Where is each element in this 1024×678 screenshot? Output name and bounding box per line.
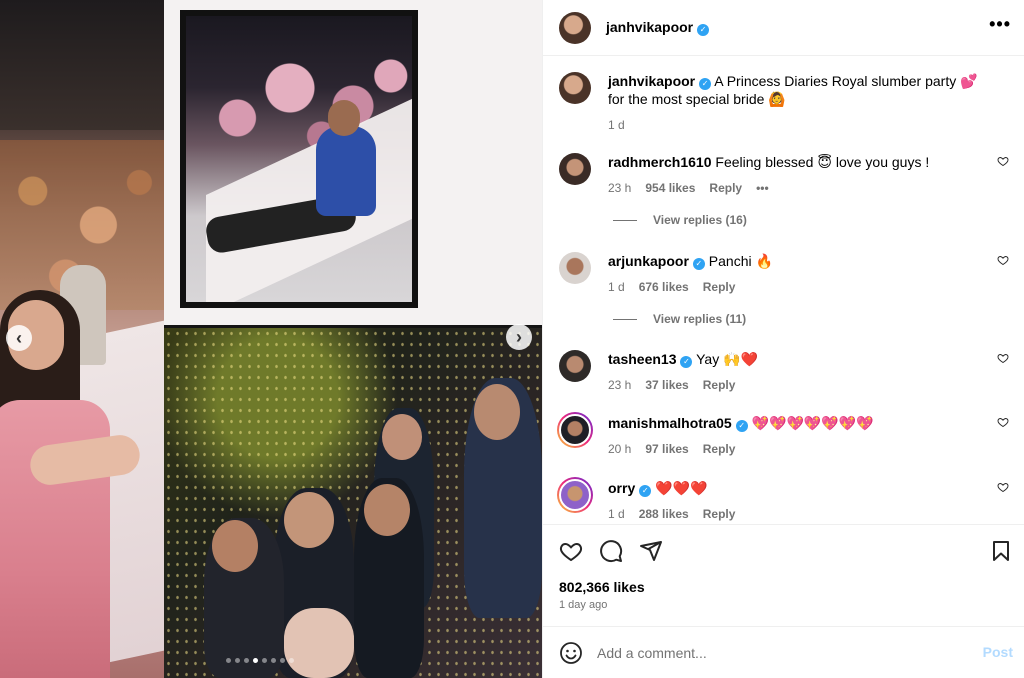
owner-avatar[interactable]	[559, 11, 591, 44]
comment-like-heart-icon[interactable]	[997, 254, 1009, 266]
heart-icon[interactable]	[559, 539, 583, 563]
comment-username[interactable]: orry	[608, 480, 635, 496]
reply-button[interactable]: Reply	[703, 376, 736, 394]
reply-button[interactable]: Reply	[703, 440, 736, 458]
carousel-next-button[interactable]: ›	[506, 324, 532, 350]
view-replies-button[interactable]: View replies (11)	[613, 312, 746, 326]
carousel-dot	[244, 658, 249, 663]
comment-likes[interactable]: 288 likes	[639, 505, 689, 523]
add-comment-input[interactable]	[597, 644, 957, 661]
comment-username[interactable]: tasheen13	[608, 351, 676, 367]
owner-avatar[interactable]	[559, 72, 591, 104]
comment-likes[interactable]: 37 likes	[645, 376, 688, 394]
carousel-dot	[235, 658, 240, 663]
verified-badge-icon: ✓	[680, 356, 693, 368]
bookmark-icon[interactable]	[989, 539, 1013, 563]
comment-likes[interactable]: 676 likes	[639, 278, 689, 296]
comment-text: Panchi 🔥	[708, 253, 773, 269]
verified-badge-icon: ✓	[735, 420, 748, 432]
carousel-dot	[271, 658, 276, 663]
emoji-icon[interactable]	[559, 641, 583, 665]
view-replies-button[interactable]: View replies (16)	[613, 213, 747, 227]
post-details-panel: janhvikapoor ✓ ••• janhvikapoor ✓ A Prince…	[542, 0, 1024, 678]
comment-like-heart-icon[interactable]	[997, 416, 1009, 428]
carousel-dot	[280, 658, 285, 663]
comments-list[interactable]: janhvikapoor ✓ A Princess Diaries Royal s…	[543, 56, 1024, 524]
post-actions-bar: 802,366 likes 1 day ago	[543, 524, 1024, 628]
caption-username[interactable]: janhvikapoor	[608, 73, 695, 89]
carousel-dot	[253, 658, 258, 663]
commenter-avatar-story-ring[interactable]	[557, 477, 593, 513]
comment-text: 💖💖💖💖💖💖💖	[751, 415, 874, 431]
reply-button[interactable]: Reply	[703, 278, 736, 296]
comment-like-heart-icon[interactable]	[997, 481, 1009, 493]
comment-username[interactable]: radhmerch1610	[608, 154, 712, 170]
post-media-carousel[interactable]: ‹ ›	[0, 0, 542, 678]
carousel-dot	[226, 658, 231, 663]
reply-button[interactable]: Reply	[703, 505, 736, 523]
post-timestamp: 1 day ago	[559, 599, 608, 611]
comment-like-heart-icon[interactable]	[997, 155, 1009, 167]
comment-text: ❤️❤️❤️	[655, 480, 708, 496]
add-comment-bar: Post	[543, 626, 1024, 678]
share-icon[interactable]	[639, 539, 663, 563]
comment-likes[interactable]: 954 likes	[645, 179, 695, 197]
carousel-image-group-photo	[164, 328, 542, 678]
comment-username[interactable]: arjunkapoor	[608, 253, 689, 269]
comment-like-heart-icon[interactable]	[997, 352, 1009, 364]
verified-badge-icon: ✓	[697, 24, 710, 36]
comment-age: 1 d	[608, 507, 625, 521]
comment-age: 23 h	[608, 181, 632, 195]
post-header: janhvikapoor ✓ •••	[543, 0, 1024, 56]
commenter-avatar[interactable]	[559, 153, 591, 185]
verified-badge-icon: ✓	[692, 258, 705, 270]
comment-icon[interactable]	[599, 539, 623, 563]
carousel-prev-button[interactable]: ‹	[6, 325, 32, 351]
comment-likes[interactable]: 97 likes	[645, 440, 688, 458]
comment-age: 1 d	[608, 280, 625, 294]
carousel-image-polaroid	[164, 0, 542, 325]
commenter-avatar[interactable]	[559, 350, 591, 382]
owner-username[interactable]: janhvikapoor ✓	[606, 19, 710, 36]
comment-more-icon[interactable]: •••	[756, 179, 769, 197]
verified-badge-icon: ✓	[639, 485, 652, 497]
verified-badge-icon: ✓	[699, 78, 712, 90]
commenter-avatar[interactable]	[559, 252, 591, 284]
caption-age: 1 d	[608, 118, 625, 132]
post-comment-button[interactable]: Post	[983, 644, 1013, 660]
carousel-pagination-dots	[226, 658, 294, 663]
comment-text: Feeling blessed 😇 love you guys !	[715, 154, 930, 170]
comment-age: 20 h	[608, 442, 632, 456]
post-like-count[interactable]: 802,366 likes	[559, 579, 645, 595]
comment-age: 23 h	[608, 378, 632, 392]
comment-text: Yay 🙌❤️	[696, 351, 758, 367]
more-options-icon[interactable]: •••	[989, 14, 1011, 35]
reply-button[interactable]: Reply	[709, 179, 742, 197]
commenter-avatar-story-ring[interactable]	[557, 412, 593, 448]
carousel-dot	[262, 658, 267, 663]
comment-username[interactable]: manishmalhotra05	[608, 415, 732, 431]
carousel-dot	[289, 658, 294, 663]
